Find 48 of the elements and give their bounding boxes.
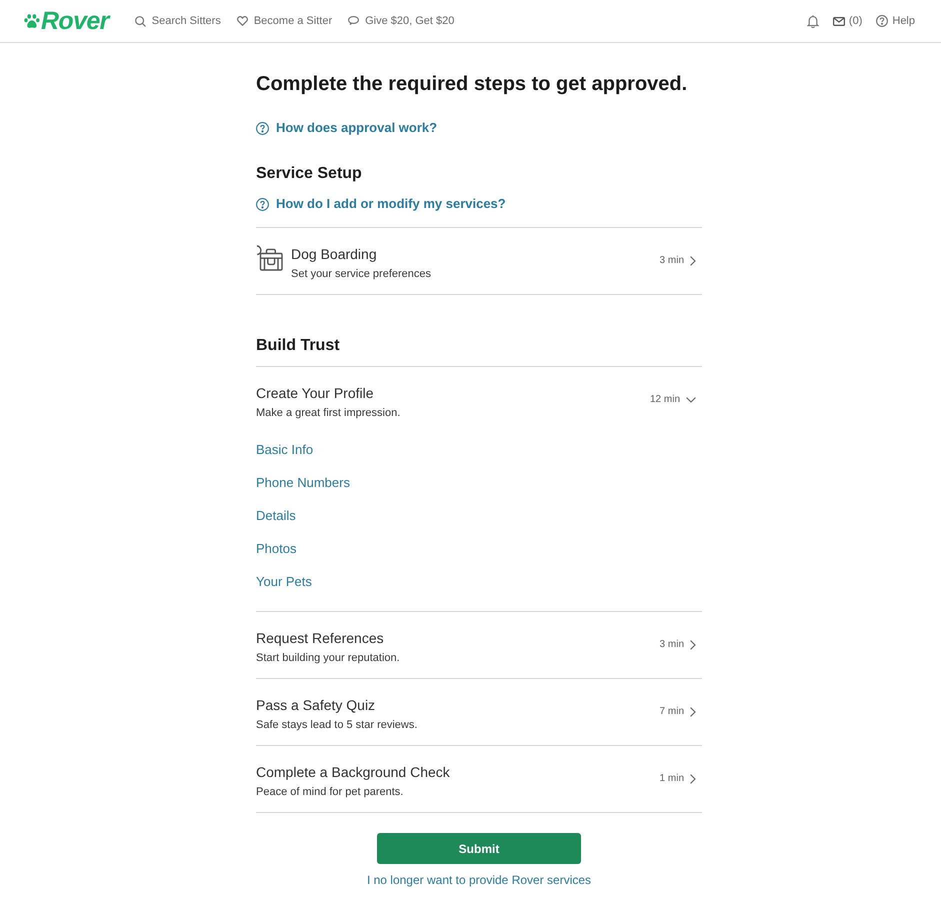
section-title: Service Setup bbox=[256, 164, 363, 184]
time-estimate: 1 min bbox=[660, 772, 684, 786]
step-subtitle: Safe stays lead to 5 star reviews. bbox=[256, 718, 418, 733]
time-estimate: 7 min bbox=[660, 705, 684, 719]
step-row[interactable]: Complete a Background Check Peace of mind for pet parents. 1 min bbox=[256, 746, 702, 813]
sub-step-link[interactable]: Photos bbox=[256, 540, 296, 558]
section-title: Build Trust bbox=[256, 336, 341, 356]
opt-out-link[interactable]: I no longer want to provide Rover services bbox=[366, 872, 592, 888]
bell-icon[interactable] bbox=[806, 14, 819, 28]
step-title: Dog Boarding bbox=[291, 245, 378, 264]
nav-link[interactable]: Search Sitters bbox=[134, 14, 221, 28]
help-link[interactable]: How does approval work? bbox=[256, 119, 438, 137]
sub-step-link[interactable]: Your Pets bbox=[256, 572, 312, 590]
messages-link[interactable]: (0) bbox=[832, 14, 862, 28]
speech-bubble-icon bbox=[348, 16, 360, 26]
sub-step-link[interactable]: Details bbox=[256, 506, 296, 524]
sub-step-link[interactable]: Basic Info bbox=[256, 440, 314, 458]
heart-icon bbox=[236, 16, 248, 26]
step-row[interactable]: Dog Boarding Set your service preferences 3 min bbox=[256, 228, 702, 295]
help-icon bbox=[256, 122, 269, 134]
step-subtitle: Peace of mind for pet parents. bbox=[256, 785, 404, 800]
step-row[interactable]: Request References Start building your reputation. 3 min bbox=[256, 612, 702, 679]
search-icon bbox=[134, 16, 146, 26]
help-icon bbox=[876, 15, 888, 27]
time-estimate: 3 min bbox=[660, 638, 684, 652]
step-row[interactable]: Create Your Profile Make a great first impression. 12 min Basic Info Phone Numbers Details Photos Your Pets bbox=[256, 367, 702, 612]
submit-button[interactable]: Submit bbox=[377, 833, 581, 864]
help-link[interactable]: How do I add or modify my services? bbox=[256, 195, 506, 213]
paw-icon bbox=[24, 14, 40, 28]
time-estimate: 3 min bbox=[660, 254, 684, 268]
nav-link[interactable]: Give $20, Get $20 bbox=[348, 14, 454, 28]
step-subtitle: Start building your reputation. bbox=[256, 651, 400, 666]
envelope-icon bbox=[832, 16, 845, 26]
step-title: Pass a Safety Quiz bbox=[256, 696, 376, 715]
home-logo[interactable]: Rover bbox=[24, 6, 109, 36]
help-link[interactable]: Help bbox=[876, 14, 915, 28]
help-icon bbox=[256, 198, 269, 210]
time-estimate: 12 min bbox=[650, 393, 680, 407]
step-row[interactable]: Pass a Safety Quiz Safe stays lead to 5 star reviews. 7 min bbox=[256, 679, 702, 746]
step-subtitle: Set your service preferences bbox=[291, 267, 432, 282]
step-title: Request References bbox=[256, 629, 385, 648]
page-heading: Complete the required steps to get approved. bbox=[256, 72, 688, 97]
crate-moon-icon bbox=[256, 245, 283, 271]
sub-step-link[interactable]: Phone Numbers bbox=[256, 474, 350, 492]
step-title: Complete a Background Check bbox=[256, 763, 450, 782]
nav-link[interactable]: Become a Sitter bbox=[236, 14, 332, 28]
step-subtitle: Make a great first impression. bbox=[256, 406, 400, 421]
step-title: Create Your Profile bbox=[256, 384, 375, 403]
